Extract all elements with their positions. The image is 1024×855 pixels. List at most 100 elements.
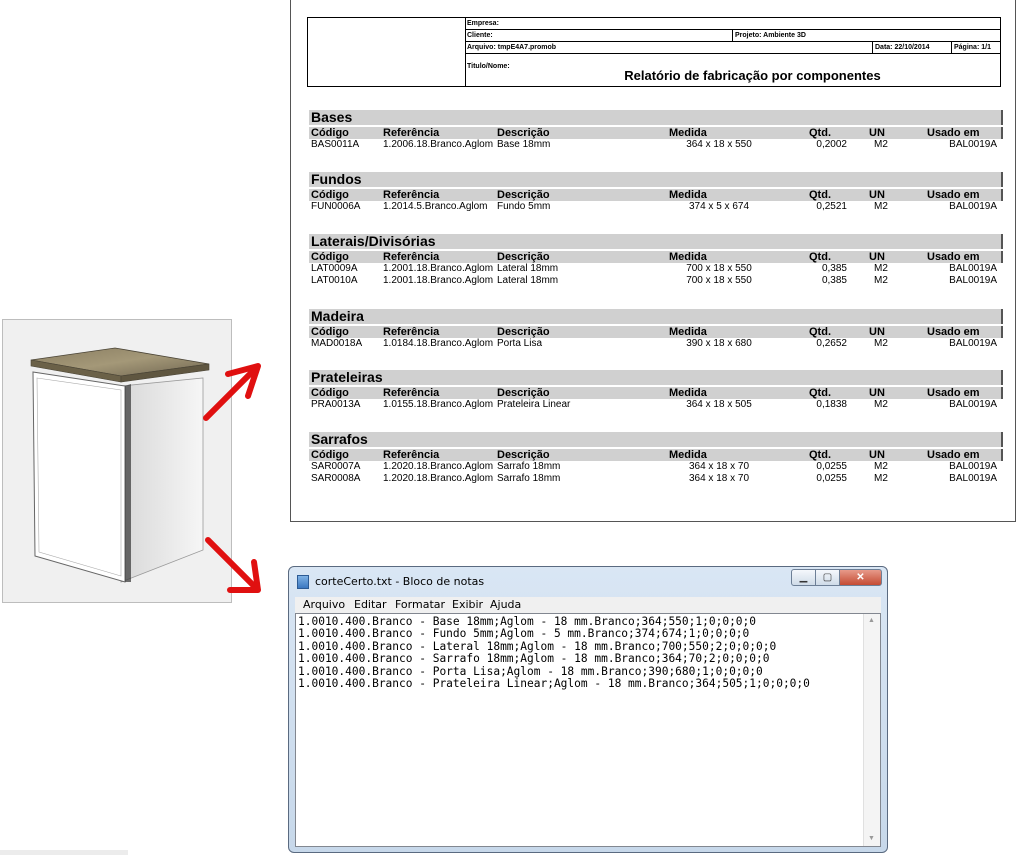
column-header-row: Código Referência Descrição Medida Qtd. UN Usa… (309, 326, 1003, 338)
table-cell: 700 x 18 x 550 (686, 275, 752, 286)
pagina-field: Página: 1/1 (952, 42, 1000, 54)
column-header-row: Código Referência Descrição Medida Qtd. UN Usa… (309, 387, 1003, 399)
table-row: LAT0009A 1.2001.18.Branco.Aglom Lateral 18… (309, 263, 1001, 275)
arquivo-field: Arquivo: tmpE4A7.promob (465, 42, 873, 54)
text-content[interactable]: 1.0010.400.Branco - Base 18mm;Aglom - 18… (298, 615, 864, 690)
minimize-button[interactable]: ▁ (791, 569, 816, 586)
cabinet-3d-preview (2, 319, 232, 603)
table-cell: 0,2002 (816, 139, 847, 150)
table-row: FUN0006A 1.2014.5.Branco.Aglom Fundo 5mm 37… (309, 201, 1001, 213)
vertical-scrollbar[interactable]: ▲ ▼ (863, 614, 880, 846)
table-cell: 1.0155.18.Branco.Aglom (383, 399, 494, 410)
table-cell: 364 x 18 x 70 (688, 473, 750, 484)
window-title: corteCerto.txt - Bloco de notas (315, 575, 485, 588)
table-cell: Lateral 18mm (497, 263, 559, 274)
column-header-row: Código Referência Descrição Medida Qtd. UN Usa… (309, 127, 1003, 139)
header-edge (1001, 251, 1003, 263)
column-header-row: Código Referência Descrição Medida Qtd. UN Usa… (309, 251, 1003, 263)
report-title: Relatório de fabricação por componentes (624, 68, 881, 83)
table-cell: BAS0011A (311, 139, 360, 150)
menu-editar[interactable]: Editar (354, 598, 387, 611)
header-edge (1001, 127, 1003, 139)
section-name: Prateleiras (311, 369, 383, 385)
table-cell: 1.2001.18.Branco.Aglom (383, 275, 494, 286)
table-cell: 0,385 (821, 275, 847, 286)
section-name: Laterais/Divisórias (311, 233, 436, 249)
menu-exibir[interactable]: Exibir (452, 598, 483, 611)
section-title: Fundos (309, 171, 1003, 187)
table-cell: 0,2521 (816, 201, 847, 212)
table-cell: 0,385 (821, 263, 847, 274)
table-row: SAR0008A 1.2020.18.Branco.Aglom Sarrafo 18… (309, 473, 1001, 485)
table-row: MAD0018A 1.0184.18.Branco.Aglom Porta Lisa… (309, 338, 1001, 350)
section-name: Fundos (311, 171, 362, 187)
table-cell: 0,1838 (816, 399, 847, 410)
table-cell: 374 x 5 x 674 (688, 201, 750, 212)
section-title: Prateleiras (309, 369, 1003, 385)
header-edge (1001, 326, 1003, 338)
report-section: Laterais/Divisórias Código Referência Descr… (309, 233, 1003, 287)
column-header-row: Código Referência Descrição Medida Qtd. UN Usa… (309, 449, 1003, 461)
notepad-window[interactable]: corteCerto.txt - Bloco de notas ▁ ▢ ✕ Ar… (288, 566, 888, 853)
fabrication-report: Empresa: Cliente: Projeto: Ambiente 3D A… (290, 0, 1016, 522)
menu-arquivo[interactable]: Arquivo (303, 598, 345, 611)
scroll-down-icon[interactable]: ▼ (868, 835, 875, 842)
section-title: Laterais/Divisórias (309, 233, 1003, 249)
table-cell: BAL0019A (949, 473, 997, 484)
data-field: Data: 22/10/2014 (873, 42, 952, 54)
section-edge (1001, 234, 1003, 249)
table-row: LAT0010A 1.2001.18.Branco.Aglom Lateral 18… (309, 275, 1001, 287)
projeto-field: Projeto: Ambiente 3D (733, 30, 1000, 42)
table-cell: Sarrafo 18mm (497, 461, 561, 472)
table-cell: MAD0018A (311, 338, 363, 349)
table-cell: BAL0019A (949, 201, 997, 212)
table-cell: 0,0255 (816, 461, 847, 472)
logo-box (308, 18, 466, 86)
table-cell: 1.2020.18.Branco.Aglom (383, 473, 494, 484)
table-cell: SAR0007A (311, 461, 361, 472)
bottom-strip (0, 850, 128, 855)
text-line[interactable]: 1.0010.400.Branco - Fundo 5mm;Aglom - 5 … (298, 627, 864, 640)
table-cell: Prateleira Linear (497, 399, 571, 410)
table-cell: M2 (874, 338, 888, 349)
header-edge (1001, 449, 1003, 461)
table-cell: BAL0019A (949, 338, 997, 349)
report-section: Fundos Código Referência Descrição Medida Qtd… (309, 171, 1003, 213)
section-edge (1001, 110, 1003, 125)
cabinet-illustration (30, 347, 210, 583)
maximize-button[interactable]: ▢ (815, 569, 840, 586)
menu-bar: Arquivo Editar Formatar Exibir Ajuda (295, 597, 881, 613)
text-line[interactable]: 1.0010.400.Branco - Sarrafo 18mm;Aglom -… (298, 652, 864, 665)
section-name: Sarrafos (311, 431, 368, 447)
table-cell: M2 (874, 275, 888, 286)
header-edge (1001, 387, 1003, 399)
text-line[interactable]: 1.0010.400.Branco - Prateleira Linear;Ag… (298, 677, 864, 690)
close-button[interactable]: ✕ (839, 569, 882, 586)
maximize-icon: ▢ (822, 572, 833, 583)
table-cell: SAR0008A (311, 473, 361, 484)
menu-formatar[interactable]: Formatar (395, 598, 445, 611)
report-section: Prateleiras Código Referência Descrição Medi… (309, 369, 1003, 411)
scroll-up-icon[interactable]: ▲ (868, 617, 875, 624)
report-title-area: Titulo/Nome: Relatório de fabricação por… (465, 63, 1000, 86)
cliente-field: Cliente: (465, 30, 733, 42)
table-cell: BAL0019A (949, 399, 997, 410)
table-cell: 364 x 18 x 70 (688, 461, 750, 472)
table-cell: 1.2001.18.Branco.Aglom (383, 263, 494, 274)
table-cell: 1.0184.18.Branco.Aglom (383, 338, 494, 349)
table-cell: 0,2652 (816, 338, 847, 349)
minimize-icon: ▁ (799, 572, 808, 583)
section-name: Bases (311, 109, 353, 125)
table-cell: Porta Lisa (497, 338, 543, 349)
table-cell: M2 (874, 399, 888, 410)
table-row: SAR0007A 1.2020.18.Branco.Aglom Sarrafo 18… (309, 461, 1001, 473)
table-cell: PRA0013A (311, 399, 361, 410)
section-edge (1001, 432, 1003, 447)
section-edge (1001, 370, 1003, 385)
table-cell: 0,0255 (816, 473, 847, 484)
text-editor[interactable]: 1.0010.400.Branco - Base 18mm;Aglom - 18… (295, 613, 881, 847)
table-cell: 700 x 18 x 550 (686, 263, 752, 274)
table-cell: LAT0010A (311, 275, 358, 286)
menu-ajuda[interactable]: Ajuda (490, 598, 521, 611)
report-section: Madeira Código Referência Descrição Medida Qt… (309, 309, 1003, 350)
